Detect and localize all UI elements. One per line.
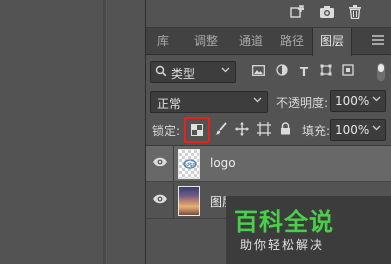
adjustment-filter-icon[interactable] [274, 64, 290, 80]
panel-top-toolbar [146, 0, 391, 28]
shape-filter-icon[interactable] [318, 64, 334, 80]
visibility-separator [173, 183, 174, 219]
layer-name[interactable]: logo [210, 156, 236, 170]
chevron-down-icon [221, 65, 230, 76]
filter-toggle[interactable] [377, 63, 385, 81]
lock-row: 锁定: 填充: 100% [146, 117, 391, 143]
camera-icon[interactable] [318, 5, 336, 23]
watermark-title: 百科全说 [234, 208, 334, 236]
opacity-value: 100% [335, 94, 370, 108]
brush-icon[interactable] [212, 122, 228, 138]
move-icon[interactable] [234, 122, 250, 138]
lock-transparent-pixels-button[interactable] [184, 117, 210, 143]
search-icon [155, 65, 167, 80]
workspace-strip [107, 0, 145, 264]
filter-type-select[interactable]: 类型 [150, 61, 236, 83]
blend-opacity-row: 正常 不透明度: 100% [146, 90, 391, 114]
blend-mode-value: 正常 [157, 97, 182, 111]
lock-label: 锁定: [152, 124, 181, 138]
panel-tabs: 库 调整 通道 路径 图层 [146, 28, 391, 56]
canvas-area[interactable] [0, 0, 103, 264]
trash-icon[interactable] [346, 5, 364, 23]
fill-label: 填充: [302, 124, 331, 138]
svg-text:logo: logo [185, 162, 196, 168]
tab-layers[interactable]: 图层 [312, 28, 352, 56]
opacity-field[interactable]: 100% [330, 90, 386, 112]
watermark: 百科全说 助你轻松解决 [226, 196, 391, 264]
eye-icon[interactable] [152, 157, 168, 169]
tab-libraries[interactable]: 库 [146, 28, 180, 55]
fill-value: 100% [335, 123, 370, 137]
new-layer-icon[interactable] [288, 5, 306, 23]
layer-thumbnail [178, 186, 200, 216]
fill-field[interactable]: 100% [330, 119, 386, 141]
filter-type-label: 类型 [171, 67, 196, 81]
tab-paths[interactable]: 路径 [272, 28, 312, 55]
artboard-icon[interactable] [256, 122, 272, 138]
layer-row-logo[interactable]: logo logo [146, 146, 391, 182]
tab-channels[interactable]: 通道 [230, 28, 272, 55]
smart-object-filter-icon[interactable] [340, 64, 356, 80]
chevron-down-icon [372, 94, 381, 105]
type-filter-icon[interactable]: T [296, 64, 312, 80]
panel-menu-icon[interactable] [371, 34, 385, 48]
watermark-subtitle: 助你轻松解决 [240, 238, 325, 252]
opacity-label: 不透明度: [276, 96, 329, 110]
tab-adjustments[interactable]: 调整 [182, 28, 230, 55]
image-filter-icon[interactable] [250, 64, 266, 80]
chevron-down-icon [253, 95, 262, 106]
visibility-separator [173, 146, 174, 182]
layer-filter-row: 类型 T [146, 58, 391, 86]
eye-icon[interactable] [152, 194, 168, 206]
blend-mode-select[interactable]: 正常 [150, 91, 268, 113]
layer-thumbnail: logo [178, 149, 200, 179]
lock-icon[interactable] [277, 122, 293, 138]
checkerboard-icon [191, 124, 203, 136]
chevron-down-icon [372, 123, 381, 134]
